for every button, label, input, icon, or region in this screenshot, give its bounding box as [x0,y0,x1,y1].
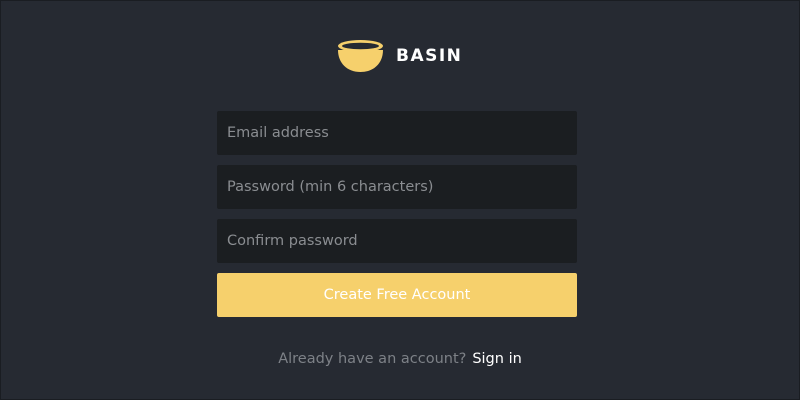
password-field[interactable] [217,165,577,209]
bowl-icon [338,40,383,72]
signin-prompt-text: Already have an account? [278,351,467,367]
email-field[interactable] [217,111,577,155]
signin-prompt: Already have an account? Sign in [1,349,799,369]
signin-link[interactable]: Sign in [472,351,521,367]
brand-logo: BASIN [337,39,462,73]
brand-name: BASIN [396,46,463,66]
confirm-password-field[interactable] [217,219,577,263]
signup-form: Create Free Account [217,111,577,317]
create-account-button[interactable]: Create Free Account [217,273,577,317]
